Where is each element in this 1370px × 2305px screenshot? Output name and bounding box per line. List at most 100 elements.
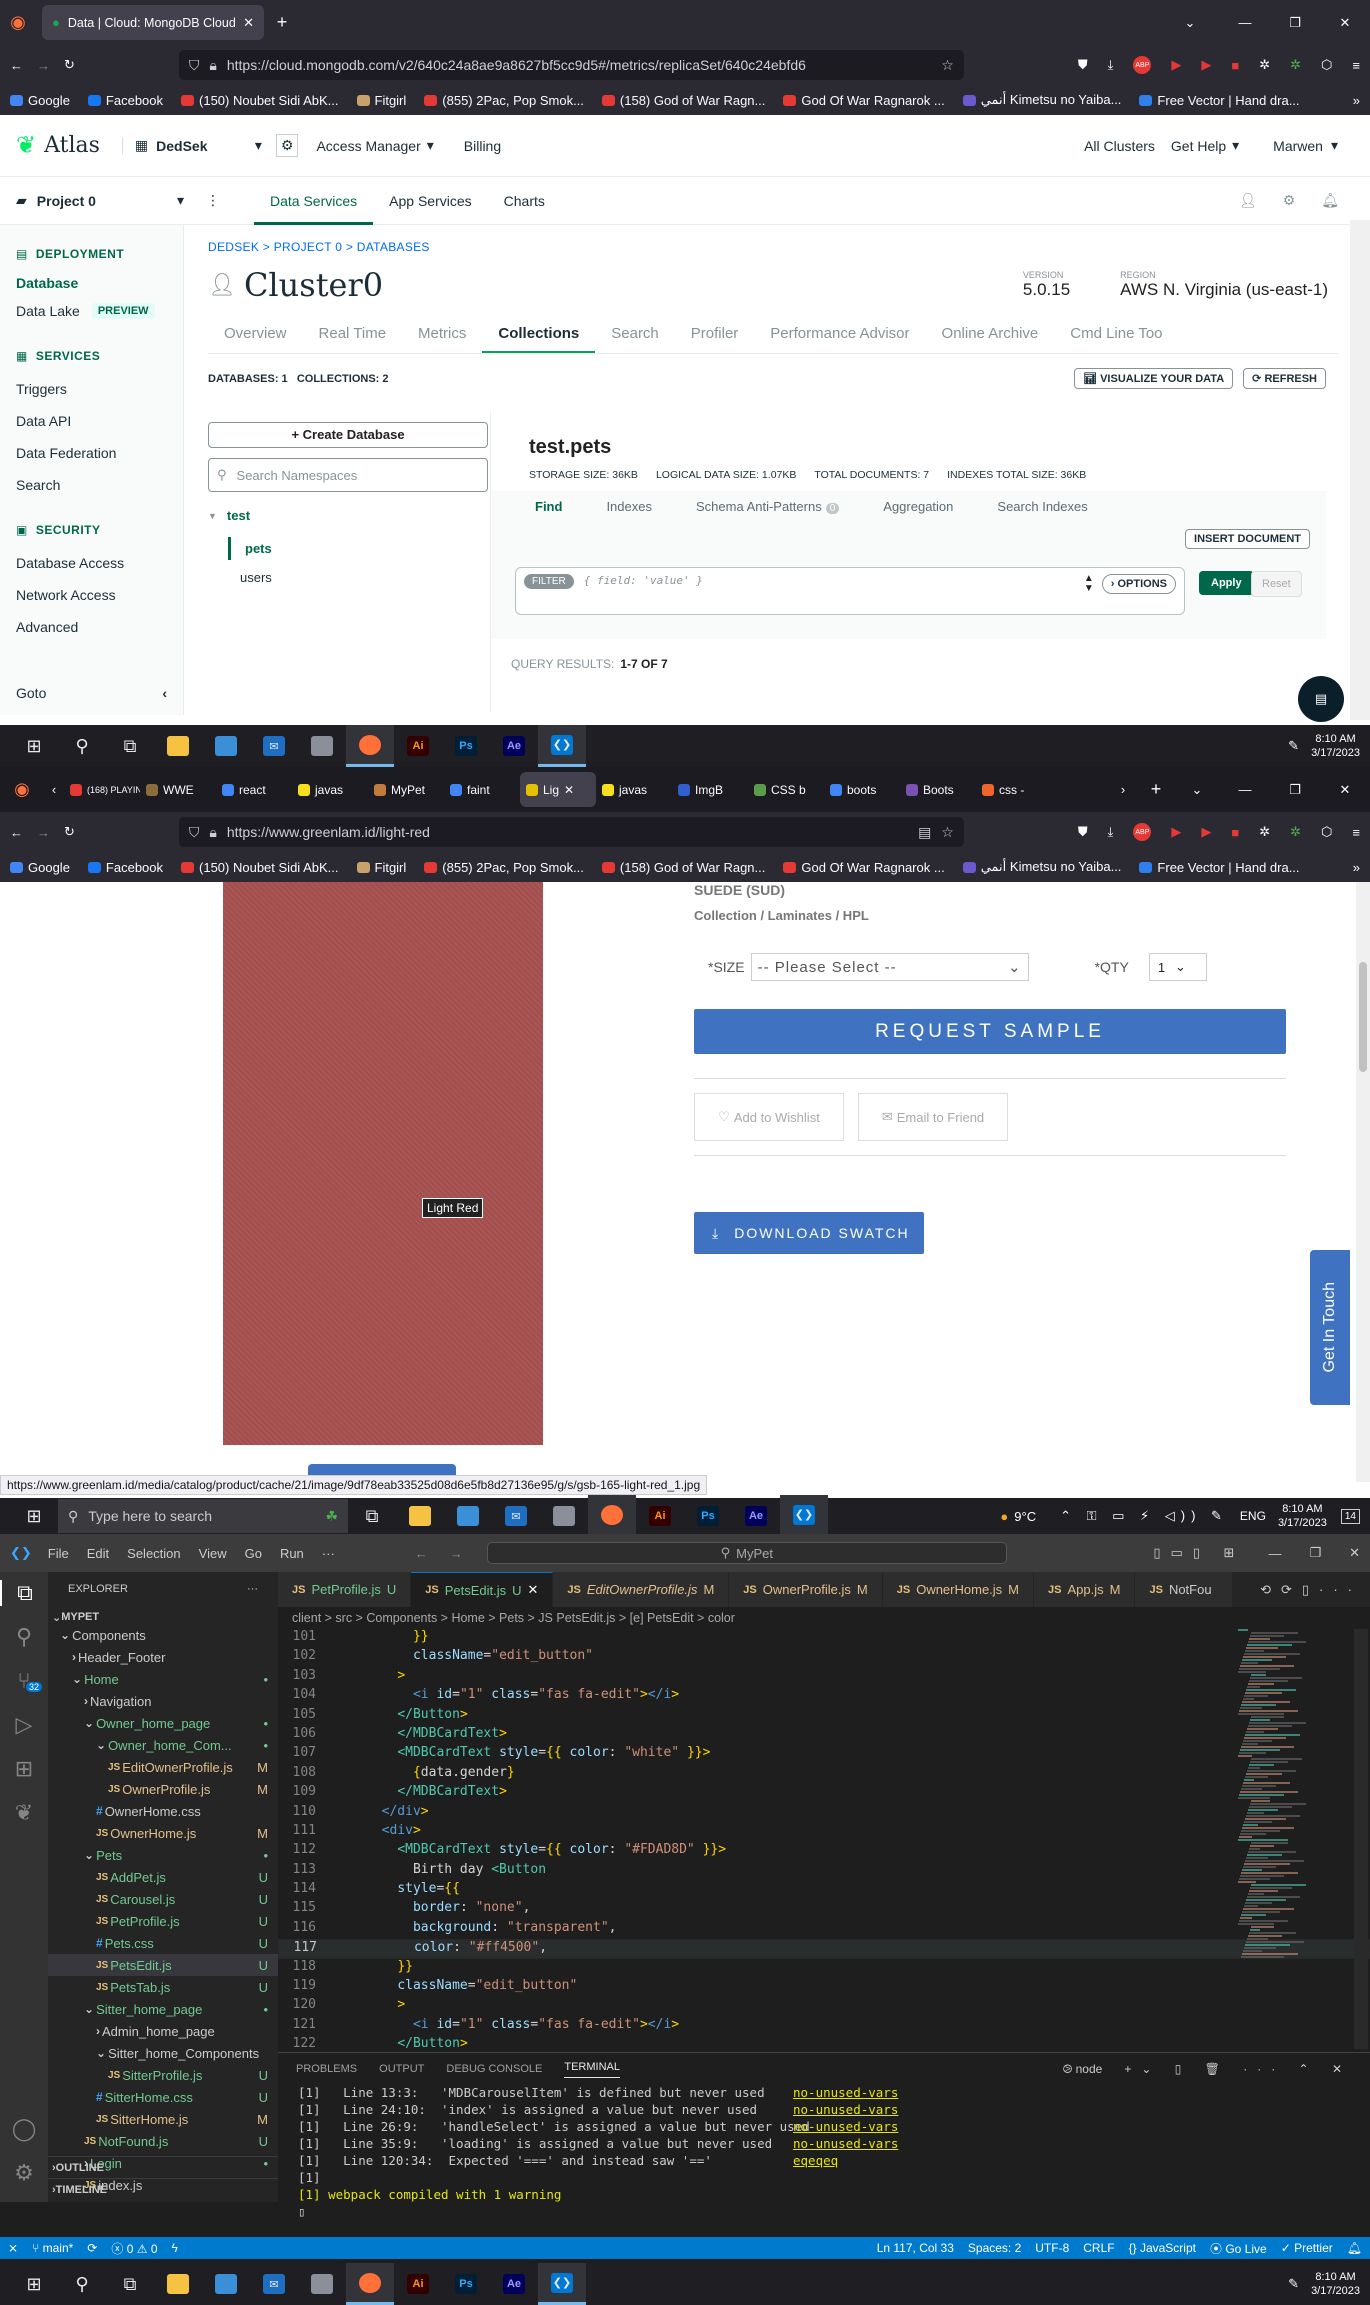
create-database-button[interactable]: + Create Database [208,422,488,448]
url-text[interactable]: https://cloud.mongodb.com/v2/640c24a8ae9… [227,57,931,73]
browser-tab[interactable]: faint [444,772,520,807]
bookmark-item[interactable]: Fitgirl [356,860,406,875]
illustrator-icon[interactable]: Ai [636,1495,684,1537]
more-bookmarks-icon[interactable]: » [1353,93,1360,108]
sidebar-goto[interactable]: Goto ‹ [16,677,167,709]
file-tree-item[interactable]: # Pets.css U [48,1932,278,1954]
file-tree-item[interactable]: ⌄ Owner_home_Com... • [48,1734,278,1756]
browser-tab[interactable]: ImgB [672,772,748,807]
sidebar-item-triggers[interactable]: Triggers [16,373,167,405]
list-tabs-icon[interactable]: ⌄ [1160,15,1220,31]
services-nav-item[interactable]: Charts [488,177,561,225]
firefox-icon[interactable]: ◉ [0,12,36,33]
file-tree-item[interactable]: ⌄ Home • [48,1668,278,1690]
code-line[interactable]: 119 className="edit_button" [278,1978,1370,1997]
indentation[interactable]: Spaces: 2 [968,2241,1021,2255]
collection-tab[interactable]: Search Indexes [975,499,1109,514]
reader-view-icon[interactable]: ▤ [918,824,931,841]
more-icon[interactable]: ··· [247,1583,258,1595]
qty-select[interactable]: 1 ⌄ [1148,953,1207,981]
browser-tab[interactable]: WWE [140,772,216,807]
browser-tab[interactable]: MyPet [368,772,444,807]
project-selector[interactable]: ▰ Project 0 ▾ [16,192,184,209]
bookmark-item[interactable]: (158) God of War Ragn... [601,860,765,875]
reload-icon[interactable]: ↻ [64,824,75,840]
adblock-icon[interactable]: ABP [1133,823,1152,841]
file-tree-item[interactable]: JS NotFound.js U [48,2130,278,2152]
search-namespaces-input[interactable]: ⚲ Search Namespaces [208,458,488,492]
run-debug-icon[interactable]: ▷ [0,1712,48,1738]
code-line[interactable]: 116 background: "transparent", [278,1920,1370,1939]
record-ext-icon[interactable]: ■ [1231,825,1239,840]
close-window-icon[interactable]: ✕ [1320,15,1370,31]
all-clusters-link[interactable]: All Clusters [1084,138,1155,154]
sidebar-item-data-federation[interactable]: Data Federation [16,437,167,469]
collection-tab[interactable]: Indexes [584,499,674,514]
options-button[interactable]: › OPTIONS [1101,574,1176,594]
bookmark-item[interactable]: Free Vector | Hand dra... [1139,93,1300,108]
bookmark-item[interactable]: Facebook [87,860,163,875]
pen-icon[interactable]: ✎ [1288,738,1299,754]
page-scrollbar[interactable] [1356,882,1370,1482]
panel-tab[interactable]: DEBUG CONSOLE [446,2063,542,2075]
filter-scroll-icon[interactable]: ▲ ▼ [1084,574,1094,594]
collection-tab[interactable]: Schema Anti-Patterns 0 [674,499,861,514]
cursor-position[interactable]: Ln 117, Col 33 [877,2241,954,2255]
file-tree-item[interactable]: › Header_Footer [48,1646,278,1668]
new-tab-icon[interactable]: + [1138,779,1174,800]
panel-tab[interactable]: TERMINAL [564,2061,620,2078]
vscode-taskbar-icon[interactable]: ❮❯ [538,2263,586,2305]
bell-icon[interactable]: 🔔︎ [1321,192,1339,209]
cluster-tab[interactable]: Performance Advisor [754,316,925,353]
forward-icon[interactable]: → [37,825,50,840]
code-line[interactable]: 109 </MDBCardText> [278,1784,1370,1803]
color-ext-icon[interactable]: ✲ [1290,824,1301,840]
minimize-icon[interactable]: — [1220,782,1270,797]
file-tree-item[interactable]: › Admin_home_page [48,2020,278,2042]
editor-tab[interactable]: JS PetsEdit.js U ✕ [411,1572,554,1607]
bookmark-item[interactable]: (150) Noubet Sidi AbK... [181,860,339,875]
language-indicator[interactable]: ENG [1240,1509,1266,1523]
cluster-tab[interactable]: Overview [208,316,303,353]
layout-icons[interactable]: ▯▭▯ ⊞ [1153,1545,1244,1561]
sidebar-item-advanced[interactable]: Advanced [16,611,167,643]
panel-tab[interactable]: PROBLEMS [296,2063,357,2075]
email-to-friend-button[interactable]: ✉ Email to Friend [858,1093,1008,1141]
page-scrollbar[interactable] [1350,220,1370,720]
browser-tab[interactable]: CSS b [748,772,824,807]
cluster-tab[interactable]: Metrics [402,316,482,353]
browser-tab[interactable]: react [216,772,292,807]
eslint-rule-link[interactable]: no-unused-vars [793,2085,898,2102]
file-tree-item[interactable]: ⌄ Components [48,1624,278,1646]
get-help-menu[interactable]: Get Help [1171,138,1226,154]
cluster-tab[interactable]: Search [595,316,675,353]
code-line[interactable]: 101 }} [278,1629,1370,1648]
add-to-wishlist-button[interactable]: ♡ Add to Wishlist [694,1093,844,1141]
code-line[interactable]: 114 style={{ [278,1881,1370,1900]
branch-indicator[interactable]: ⑂ main* [32,2241,73,2255]
address-bar[interactable]: ⛉ 🔒︎ https://cloud.mongodb.com/v2/640c24… [178,50,964,80]
billing-link[interactable]: Billing [464,138,501,154]
windows-start-icon[interactable]: ⊞ [10,2263,58,2305]
menu-item[interactable]: Run [280,1546,304,1561]
app-icon[interactable] [298,725,346,767]
bookmark-item[interactable]: Google [10,93,70,108]
youtube-ext2-icon[interactable]: ▶ [1201,824,1211,840]
menu-item[interactable]: File [48,1546,69,1561]
illustrator-icon[interactable]: Ai [394,725,442,767]
file-tree-item[interactable]: JS OwnerProfile.js M [48,1778,278,1800]
editor-tab[interactable]: JS OwnerHome.js M [882,1572,1035,1607]
code-line[interactable]: 106 </MDBCardText> [278,1726,1370,1745]
color-ext-icon[interactable]: ✲ [1290,57,1301,73]
encoding[interactable]: UTF-8 [1035,2241,1069,2255]
youtube-ext-icon[interactable]: ▶ [1171,824,1181,840]
file-tree-item[interactable]: JS PetsTab.js U [48,1976,278,1998]
close-window-icon[interactable]: ✕ [1349,1545,1360,1561]
atlas-leaf-icon[interactable]: ❦ [16,131,36,160]
services-nav-item[interactable]: App Services [373,177,487,225]
file-tree-item[interactable]: JS SitterProfile.js U [48,2064,278,2086]
bookmark-item[interactable]: Google [10,860,70,875]
search-icon[interactable]: ⚲ [0,1624,48,1650]
collapse-sidebar-icon[interactable]: ‹ [162,685,167,701]
mail-icon[interactable]: ✉ [492,1495,540,1537]
